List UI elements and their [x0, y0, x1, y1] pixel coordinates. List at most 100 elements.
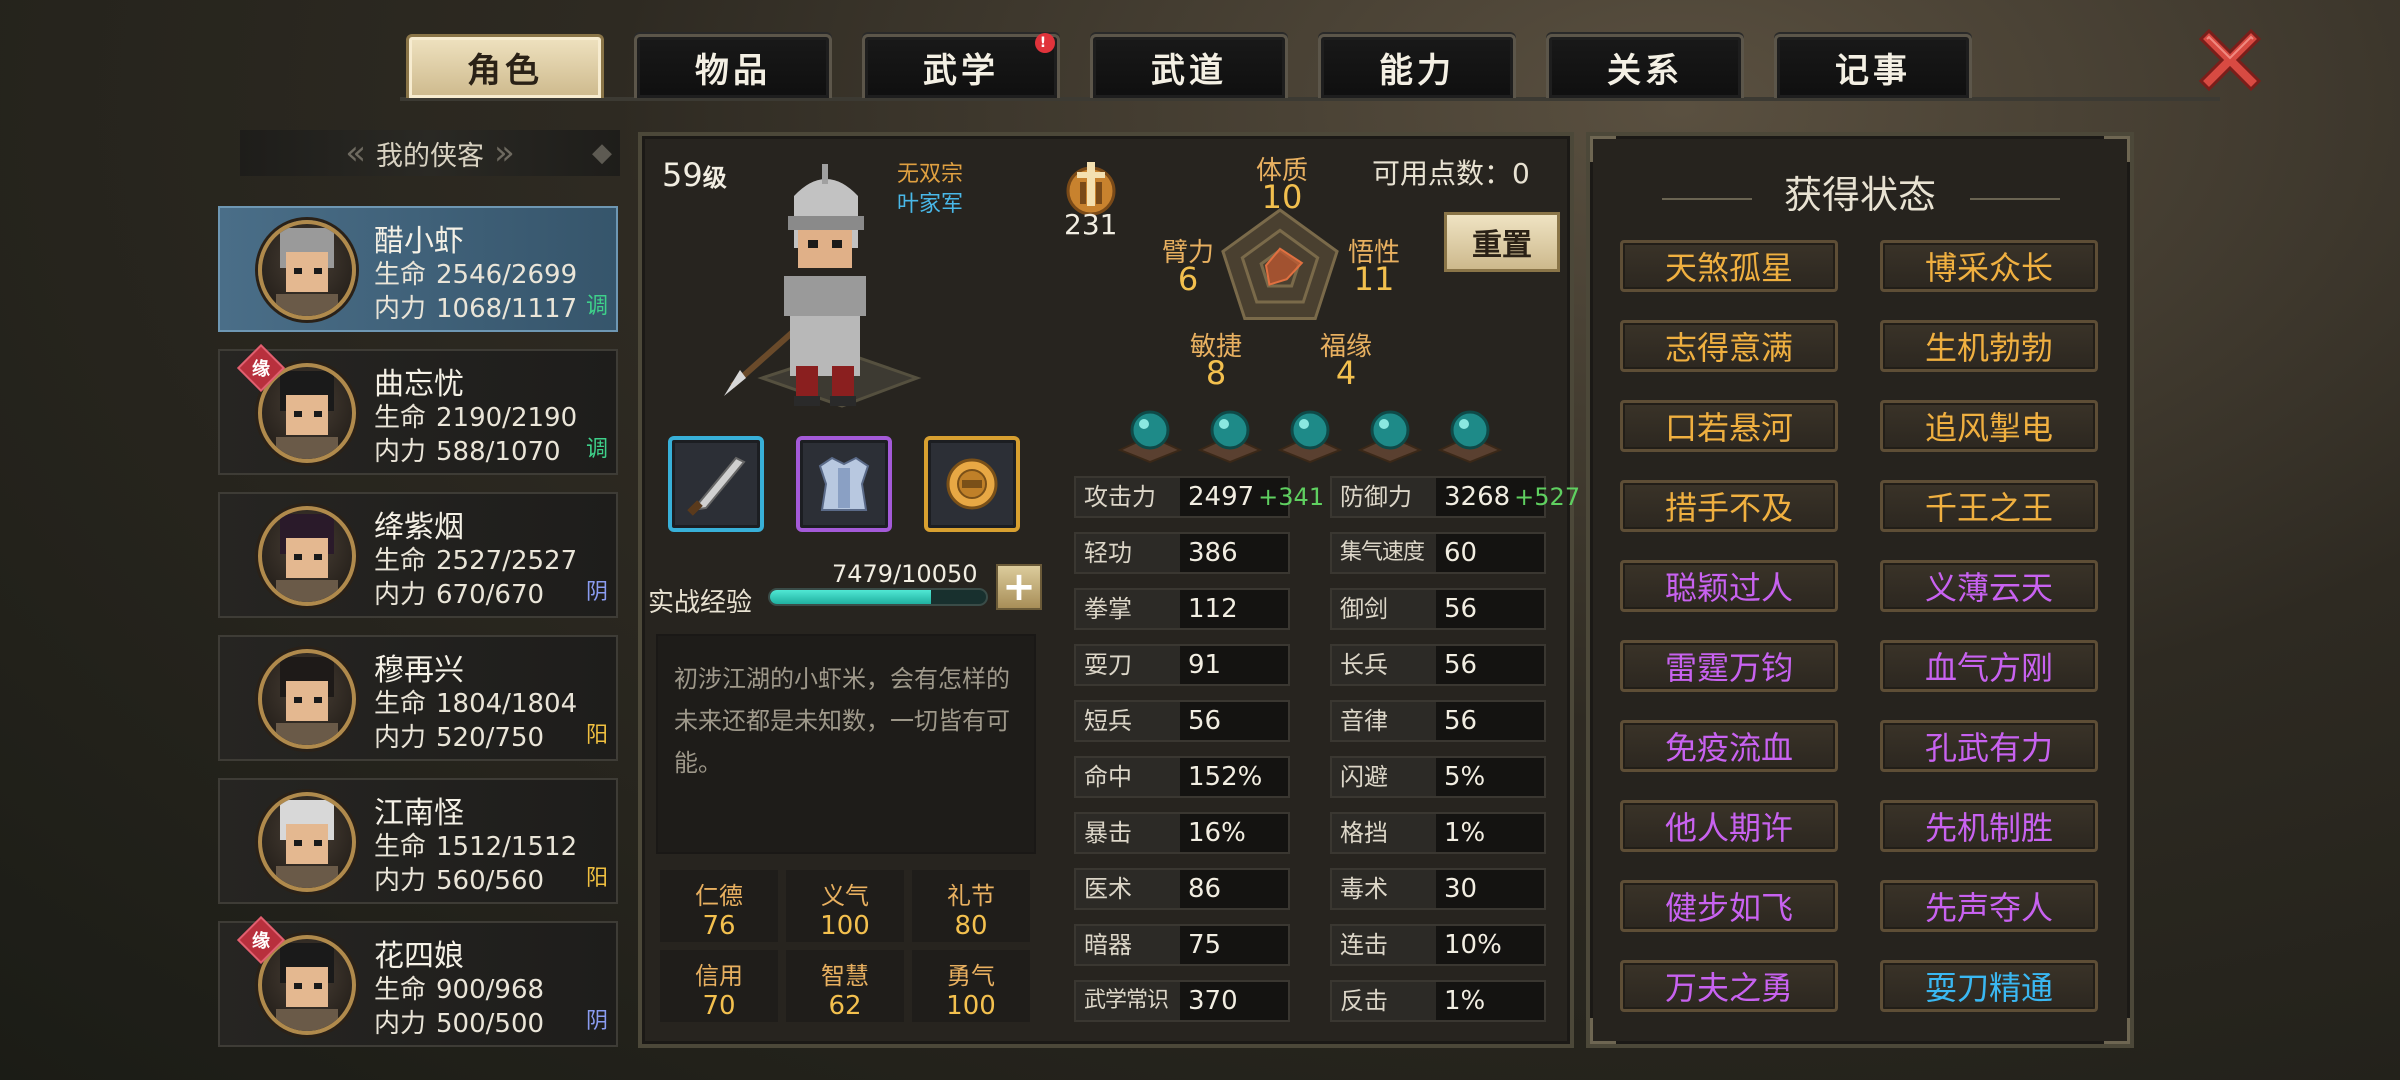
stat-row: 武学常识 370 [1074, 980, 1290, 1022]
tab-journal[interactable]: 记事 [1774, 34, 1972, 98]
stat-value: 30 [1444, 874, 1478, 904]
stat-value-wrap: 91 [1188, 646, 1221, 684]
status-tag-label: 万夫之勇 [1664, 969, 1793, 1007]
status-tag[interactable]: 血气方刚 [1880, 640, 2098, 692]
character-description: 初涉江湖的小虾米，会有怎样的未来还都是未知数，一切皆有可能。 [656, 634, 1036, 854]
corner-ornament [2104, 136, 2130, 162]
tab-martial-arts[interactable]: 武学! [862, 33, 1060, 98]
stat-label: 格挡 [1332, 814, 1436, 852]
status-tag[interactable]: 万夫之勇 [1620, 960, 1838, 1012]
status-tag[interactable]: 先机制胜 [1880, 800, 2098, 852]
status-tag[interactable]: 聪颖过人 [1620, 560, 1838, 612]
stat-label: 毒术 [1332, 870, 1436, 908]
status-tag[interactable]: 措手不及 [1620, 480, 1838, 532]
armor-icon [818, 456, 870, 511]
stat-value-wrap: 2497 +341 [1188, 478, 1324, 516]
mp-row: 内力 1068/1117 [374, 288, 577, 325]
stat-row: 连击 10% [1330, 924, 1546, 966]
virtue-cell: 义气 100 [786, 870, 904, 942]
stat-value-wrap: 1% [1444, 814, 1485, 852]
status-tag[interactable]: 先声夺人 [1880, 880, 2098, 932]
status-tag-label: 志得意满 [1664, 329, 1793, 367]
close-button[interactable] [2190, 20, 2270, 100]
virtue-cell: 智慧 62 [786, 950, 904, 1022]
status-tag-label: 措手不及 [1664, 489, 1793, 527]
gem-socket[interactable] [1277, 400, 1343, 464]
gem-socket[interactable] [1357, 400, 1423, 464]
diamond-arrow-icon: ◆ [592, 138, 612, 168]
status-tag-label: 义薄云天 [1924, 569, 2053, 607]
stat-label: 短兵 [1076, 702, 1180, 740]
virtue-value: 62 [828, 991, 862, 1021]
stat-value-wrap: 30 [1444, 870, 1477, 908]
tab-items[interactable]: 物品 [634, 34, 832, 98]
close-icon [2198, 28, 2262, 92]
status-tag[interactable]: 口若悬河 [1620, 400, 1838, 452]
character-card[interactable]: 醋小虾 生命 2546/2699 内力 1068/1117 调 [218, 206, 618, 332]
status-tag[interactable]: 生机勃勃 [1880, 320, 2098, 372]
reset-button[interactable]: 重置 [1444, 212, 1560, 272]
status-tag[interactable]: 博采众长 [1880, 240, 2098, 292]
stat-label: 闪避 [1332, 758, 1436, 796]
virtue-label: 义气 [821, 882, 869, 910]
stat-value: 75 [1188, 930, 1222, 960]
affinity-tag: 阴 [585, 1009, 608, 1034]
character-card[interactable]: 缘花四娘 生命 900/968 内力 500/500 阴 [218, 915, 618, 1047]
stat-label: 连击 [1332, 926, 1436, 964]
stat-value: 112 [1188, 594, 1238, 624]
stat-label: 轻功 [1076, 534, 1180, 572]
tab-relations[interactable]: 关系 [1546, 34, 1744, 98]
status-tag[interactable]: 千王之王 [1880, 480, 2098, 532]
stat-row: 集气速度 60 [1330, 532, 1546, 574]
character-card[interactable]: 江南怪 生命 1512/1512 内力 560/560 阳 [218, 778, 618, 904]
gem-socket[interactable] [1117, 400, 1183, 464]
jade-orb-icon [1437, 410, 1503, 464]
gem-socket[interactable] [1197, 400, 1263, 464]
tab-character[interactable]: 角色 [406, 34, 604, 98]
status-tag[interactable]: 健步如飞 [1620, 880, 1838, 932]
chevron-left-icon: « [345, 133, 366, 173]
avatar [258, 220, 356, 320]
stat-row: 御剑 56 [1330, 588, 1546, 630]
status-tag[interactable]: 耍刀精通 [1880, 960, 2098, 1012]
stat-label: 防御力 [1332, 478, 1436, 516]
add-exp-button[interactable]: + [996, 564, 1042, 610]
mp-label: 内力 [374, 580, 427, 610]
stat-row: 拳掌 112 [1074, 588, 1290, 630]
fate-badge-label: 缘 [252, 931, 270, 952]
gem-socket[interactable] [1437, 400, 1503, 464]
accessory-slot[interactable] [924, 436, 1020, 532]
status-tag[interactable]: 他人期许 [1620, 800, 1838, 852]
status-tag[interactable]: 雷霆万钧 [1620, 640, 1838, 692]
status-tag[interactable]: 免疫流血 [1620, 720, 1838, 772]
status-tag[interactable]: 义薄云天 [1880, 560, 2098, 612]
status-tag-label: 天煞孤星 [1664, 249, 1793, 287]
status-tag[interactable]: 志得意满 [1620, 320, 1838, 372]
tab-abilities[interactable]: 能力 [1318, 34, 1516, 98]
armor-slot[interactable] [796, 436, 892, 532]
character-card[interactable]: 穆再兴 生命 1804/1804 内力 520/750 阳 [218, 635, 618, 761]
status-tag[interactable]: 追风掣电 [1880, 400, 2098, 452]
sect-secondary: 叶家军 [897, 192, 964, 217]
attribute-radar-chart [1221, 208, 1339, 321]
hp-value: 1804/1804 [436, 689, 578, 719]
exp-progress-bar [768, 588, 988, 606]
chevron-right-icon: » [494, 133, 515, 173]
status-tag[interactable]: 天煞孤星 [1620, 240, 1838, 292]
virtue-label: 礼节 [947, 882, 995, 910]
stat-value: 56 [1444, 650, 1478, 680]
character-card[interactable]: 绛紫烟 生命 2527/2527 内力 670/670 阴 [218, 492, 618, 618]
tab-martial-way[interactable]: 武道 [1090, 34, 1288, 98]
hp-row: 生命 2527/2527 [374, 540, 577, 577]
stat-row: 暴击 16% [1074, 812, 1290, 854]
status-tag-label: 千王之王 [1924, 489, 2053, 527]
stat-value: 152% [1188, 762, 1263, 792]
mp-value: 520/750 [436, 723, 545, 753]
broadsword-icon [687, 456, 746, 516]
mp-value: 670/670 [436, 580, 545, 610]
status-tag[interactable]: 孔武有力 [1880, 720, 2098, 772]
character-card[interactable]: 缘曲忘忧 生命 2190/2190 内力 588/1070 调 [218, 343, 618, 475]
character-list-header: « 我的侠客 » ◆ [240, 130, 620, 176]
status-tag-label: 口若悬河 [1664, 409, 1793, 447]
weapon-slot[interactable] [668, 436, 764, 532]
